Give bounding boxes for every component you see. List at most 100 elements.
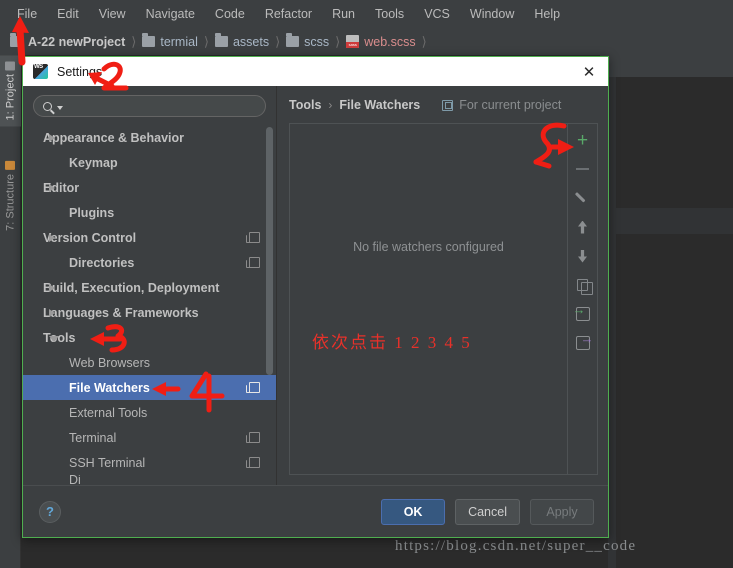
chevron-right-icon[interactable] [49, 183, 55, 192]
chevron-down-icon[interactable] [57, 106, 63, 110]
breadcrumb-label: A-22 newProject [28, 34, 126, 49]
menu-item-code[interactable]: Code [206, 4, 254, 24]
tool-window-label: 1: Project [4, 74, 17, 121]
dialog-body: Appearance & Behavior Keymap Editor Plug… [23, 86, 608, 485]
menu-item-file[interactable]: File [8, 4, 46, 24]
tree-item-build-execution-deployment[interactable]: Build, Execution, Deployment [23, 275, 276, 300]
remove-button[interactable] [573, 159, 593, 179]
folder-icon [286, 33, 300, 47]
tree-item-editor[interactable]: Editor [23, 175, 276, 200]
menu-item-refactor[interactable]: Refactor [256, 4, 321, 24]
search-row [23, 86, 276, 123]
search-icon [43, 101, 52, 111]
copy-icon [577, 279, 593, 295]
menu-item-vcs[interactable]: VCS [415, 4, 459, 24]
pane-breadcrumb-current: File Watchers [339, 98, 421, 112]
file-watchers-list[interactable]: No file watchers configured 依次点击 1 2 3 4… [290, 124, 567, 474]
settings-dialog: Settings ✕ Appearance & Behavior Keymap [22, 56, 609, 538]
search-box[interactable] [33, 95, 266, 117]
ok-button[interactable]: OK [381, 498, 446, 525]
breadcrumb-item-scss[interactable]: scss [286, 33, 329, 49]
chevron-down-icon[interactable] [49, 335, 59, 342]
dialog-action-buttons: OK Cancel Apply [381, 498, 594, 525]
tree-item-languages-frameworks[interactable]: Languages & Frameworks [23, 300, 276, 325]
menu-bar: File Edit View Navigate Code Refactor Ru… [0, 0, 733, 28]
project-scope-icon [246, 457, 260, 468]
menu-item-tools[interactable]: Tools [366, 4, 413, 24]
editor-side-strip [608, 55, 616, 568]
add-button[interactable]: + [573, 130, 593, 150]
chevron-right-icon[interactable] [49, 233, 55, 242]
breadcrumb-chevron-icon: ⟩ [335, 33, 341, 49]
tree-item-label: Di [69, 475, 81, 485]
tree-item-ssh-terminal[interactable]: SSH Terminal [23, 450, 276, 475]
watermark-url: https://blog.csdn.net/super__code [395, 538, 637, 554]
menu-item-view[interactable]: View [90, 4, 135, 24]
chevron-right-icon[interactable] [49, 308, 55, 317]
scope-label: For current project [459, 98, 562, 112]
move-up-button[interactable] [573, 217, 593, 237]
close-icon[interactable]: ✕ [578, 61, 600, 83]
breadcrumb-item-project[interactable]: A-22 newProject [10, 33, 126, 49]
tree-item-web-browsers[interactable]: Web Browsers [23, 350, 276, 375]
menu-item-help[interactable]: Help [525, 4, 569, 24]
tree-item-label: Appearance & Behavior [43, 130, 185, 145]
tree-item-plugins[interactable]: Plugins [23, 200, 276, 225]
breadcrumb: A-22 newProject ⟩ termial ⟩ assets ⟩ scs… [0, 28, 733, 55]
cancel-button[interactable]: Cancel [455, 498, 520, 525]
breadcrumb-item-termial[interactable]: termial [142, 33, 198, 49]
import-icon [573, 303, 590, 321]
dialog-title-bar: Settings ✕ [23, 57, 608, 86]
chevron-right-icon[interactable] [49, 133, 55, 142]
breadcrumb-label: assets [232, 34, 270, 49]
search-input[interactable] [65, 99, 256, 113]
tree-item-appearance-behavior[interactable]: Appearance & Behavior [23, 125, 276, 150]
project-icon [5, 61, 16, 70]
menu-item-window[interactable]: Window [461, 4, 523, 24]
project-scope-icon [246, 432, 260, 443]
tree-item-label: Keymap [69, 155, 118, 170]
tree-item-terminal[interactable]: Terminal [23, 425, 276, 450]
tree-item-version-control[interactable]: Version Control [23, 225, 276, 250]
annotation-instruction-text: 依次点击 1 2 3 4 5 [312, 333, 472, 352]
tree-item-label: Directories [69, 255, 135, 270]
tree-item-keymap[interactable]: Keymap [23, 150, 276, 175]
breadcrumb-label: web.scss [364, 34, 416, 49]
apply-button: Apply [530, 498, 594, 525]
breadcrumb-item-assets[interactable]: assets [214, 33, 270, 49]
chevron-right-icon[interactable] [49, 283, 55, 292]
menu-item-edit[interactable]: Edit [48, 4, 88, 24]
menu-item-navigate[interactable]: Navigate [137, 4, 204, 24]
editor-tab-strip [600, 55, 733, 77]
help-button[interactable]: ? [39, 500, 61, 523]
pencil-icon [576, 191, 590, 205]
tree-item-label: External Tools [69, 405, 148, 420]
export-icon [575, 332, 594, 350]
settings-tree: Appearance & Behavior Keymap Editor Plug… [23, 123, 276, 485]
breadcrumb-chevron-icon: ⟩ [203, 33, 209, 49]
sidebar-scrollbar[interactable] [266, 127, 273, 375]
tree-item-file-watchers[interactable]: File Watchers [23, 375, 276, 400]
tree-item-label: File Watchers [69, 380, 150, 395]
tree-item-external-tools[interactable]: External Tools [23, 400, 276, 425]
tree-item-label: Terminal [69, 430, 117, 445]
tree-item-label: Languages & Frameworks [43, 305, 199, 320]
sidebar-item-project[interactable]: 1: Project [0, 55, 21, 127]
import-button[interactable] [573, 303, 593, 324]
edit-button[interactable] [573, 188, 593, 208]
project-scope-icon [246, 382, 260, 393]
tree-item-diagrams[interactable]: Di [23, 475, 276, 485]
export-button[interactable] [573, 332, 594, 353]
tree-item-directories[interactable]: Directories [23, 250, 276, 275]
tool-window-label: 7: Structure [4, 174, 17, 231]
pane-breadcrumb-parent[interactable]: Tools [289, 98, 321, 112]
pane-breadcrumb-separator: › [328, 98, 333, 112]
menu-item-run[interactable]: Run [323, 4, 364, 24]
move-down-button[interactable] [573, 246, 593, 266]
settings-sidebar: Appearance & Behavior Keymap Editor Plug… [23, 86, 277, 485]
sidebar-item-structure[interactable]: 7: Structure [0, 155, 21, 237]
breadcrumb-item-file[interactable]: web.scss [346, 34, 416, 49]
pane-breadcrumb: Tools › File Watchers For current projec… [289, 96, 598, 114]
tree-item-tools[interactable]: Tools [23, 325, 276, 350]
copy-button[interactable] [573, 275, 593, 295]
